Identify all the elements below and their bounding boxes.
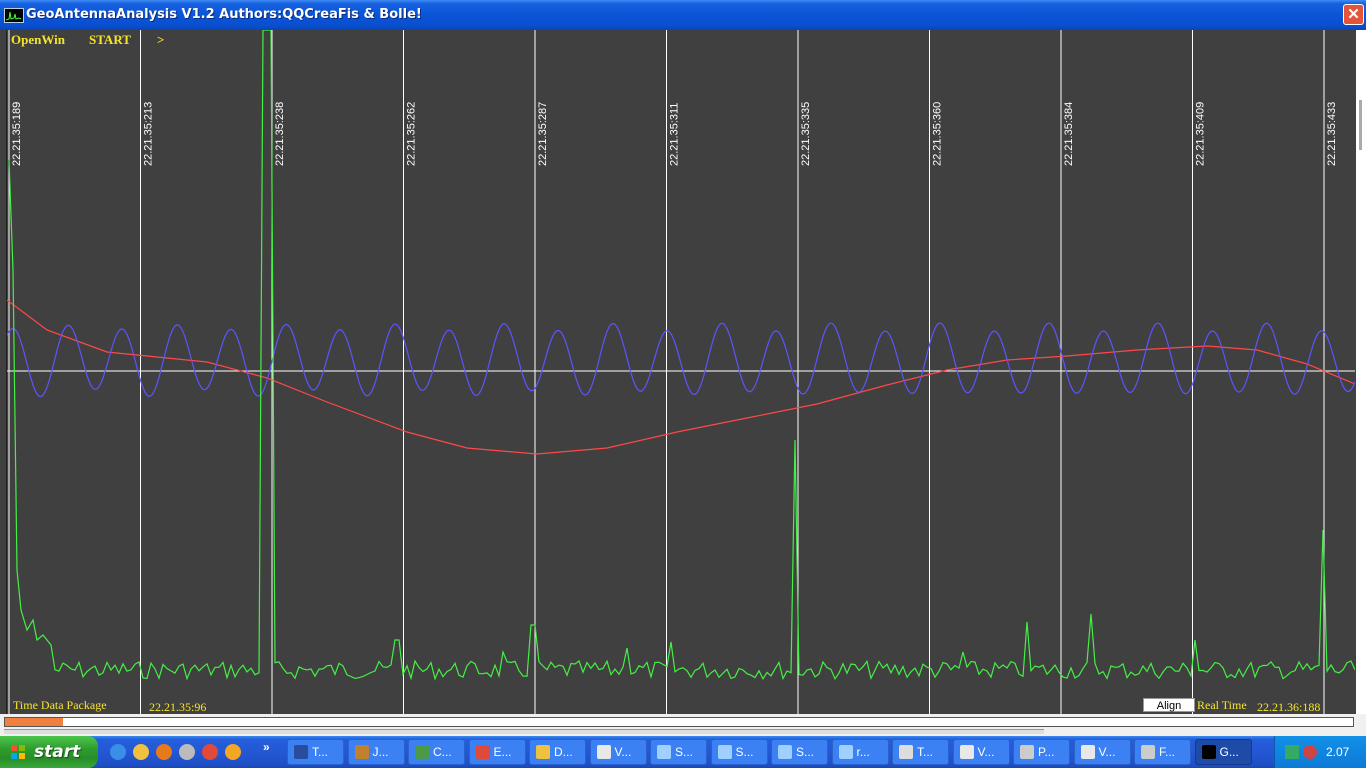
taskbar-button-label: V... [614, 745, 632, 759]
close-button[interactable]: ✕ [1343, 4, 1364, 25]
floppy-icon [294, 745, 308, 759]
taskbar-button-label: J... [372, 745, 389, 759]
terminal-icon [899, 745, 913, 759]
timestamp-label: 22.21.35:287 [537, 102, 549, 166]
ie-icon[interactable] [110, 744, 126, 760]
taskbar-button-label: C... [433, 745, 452, 759]
chrome-icon [475, 745, 490, 759]
taskbar-button-label: V... [1098, 745, 1116, 759]
taskbar-button-label: r... [856, 745, 870, 759]
gear-icon [354, 745, 369, 759]
progress-fill [5, 718, 63, 726]
green-signal-curve [8, 30, 1355, 681]
file-icon [1080, 745, 1095, 759]
folder-icon [536, 745, 550, 759]
client-area: 22.21.35:189 22.21.35:213 22.21.35:238 22.2… [0, 30, 1366, 736]
taskbar-button[interactable]: D... [529, 739, 586, 765]
horizontal-scrollbar[interactable] [4, 729, 1044, 734]
taskbar-button[interactable]: V... [589, 739, 647, 765]
taskbar-button-label: F... [1159, 745, 1176, 759]
package-time-value: 22.21.35:96 [149, 700, 207, 714]
windows-flag-icon [11, 745, 25, 759]
taskbar-button[interactable]: T... [892, 739, 949, 765]
horizontal-scroll-area [0, 714, 1366, 736]
vertical-scroll-thumb[interactable] [1359, 100, 1362, 150]
time-data-package-label: Time Data Package [13, 698, 107, 712]
tool-icon [1141, 745, 1155, 759]
app-graph-icon [1201, 745, 1216, 759]
network-icon[interactable] [1285, 745, 1299, 759]
next-menu[interactable]: > [157, 32, 164, 48]
signal-plot[interactable]: 22.21.35:189 22.21.35:213 22.21.35:238 22.2… [6, 30, 1355, 714]
taskbar-button[interactable]: V... [952, 739, 1010, 765]
quick-launch-overflow[interactable]: » [263, 740, 270, 754]
timestamp-label: 22.21.35:360 [932, 102, 944, 166]
signal-canvas: 22.21.35:189 22.21.35:213 22.21.35:238 22.2… [7, 30, 1355, 714]
taskbar-button[interactable]: S... [771, 739, 828, 765]
timestamp-label: 22.21.35:433 [1326, 102, 1338, 166]
taskbar-button-label: D... [554, 745, 573, 759]
taskbar-button-label: S... [796, 745, 815, 759]
openwin-menu[interactable]: OpenWin [11, 32, 65, 48]
title-bar[interactable]: GeoAntennaAnalysis V1.2 Authors:QQCreaFi… [0, 0, 1366, 30]
blue-signal-curve [7, 322, 1355, 398]
taskbar-button[interactable]: J... [347, 739, 405, 765]
tool-icon [1020, 745, 1034, 759]
taskbar-button-label: S... [675, 745, 694, 759]
red-trend-curve [7, 299, 1355, 455]
start-menu[interactable]: START [89, 32, 131, 48]
real-time-label: Real Time [1197, 698, 1247, 712]
document-icon [778, 745, 792, 759]
file-icon [596, 745, 611, 759]
document-icon [838, 745, 853, 759]
system-tray [1274, 736, 1366, 768]
media-player-icon[interactable] [179, 744, 195, 760]
taskbar-button[interactable]: E... [468, 739, 526, 765]
chrome-icon[interactable] [202, 744, 218, 760]
timestamp-label: 22.21.35:311 [669, 103, 681, 166]
timestamp-label: 22.21.35:409 [1195, 102, 1207, 166]
taskbar-button[interactable]: C... [408, 739, 465, 765]
taskbar-button[interactable]: S... [650, 739, 707, 765]
real-time-value: 22.21.36:188 [1257, 700, 1321, 714]
vertical-scrollbar[interactable] [1356, 30, 1366, 736]
start-button[interactable]: start [0, 736, 98, 768]
taskbar-button-label: G... [1219, 745, 1239, 759]
taskbar-button-label: T... [312, 745, 329, 759]
taskbar-button-label: T... [917, 745, 934, 759]
folder-icon[interactable] [133, 744, 149, 760]
taskbar-button[interactable]: S... [710, 739, 768, 765]
taskbar: start » T... J... C... E... D... V... S... S...… [0, 736, 1366, 768]
timestamp-label: 22.21.35:189 [11, 102, 23, 166]
taskbar-button[interactable]: r... [831, 739, 889, 765]
align-button[interactable]: Align [1143, 698, 1195, 712]
clock: 2.07 [1326, 745, 1350, 759]
file-icon [959, 745, 974, 759]
taskbar-button[interactable]: T... [287, 739, 344, 765]
timestamp-label: 22.21.35:384 [1063, 102, 1075, 166]
timestamp-label: 22.21.35:335 [800, 102, 812, 166]
window-title: GeoAntennaAnalysis V1.2 Authors:QQCreaFi… [26, 7, 422, 22]
firefox-icon[interactable] [156, 744, 172, 760]
taskbar-button-label: V... [977, 745, 995, 759]
document-icon [657, 745, 671, 759]
wireless-icon [415, 745, 429, 759]
start-label: start [34, 742, 81, 762]
timestamp-label: 22.21.35:213 [143, 102, 155, 166]
app-graph-icon [4, 8, 24, 23]
taskbar-button[interactable]: P... [1013, 739, 1070, 765]
taskbar-button-label: E... [493, 745, 512, 759]
messenger-icon[interactable] [225, 744, 241, 760]
document-icon [717, 745, 732, 759]
timestamp-label: 22.21.35:262 [406, 102, 418, 166]
horizontal-progress-bar[interactable] [4, 717, 1354, 727]
taskbar-button[interactable]: G... [1194, 739, 1252, 765]
timestamp-label: 22.21.35:238 [274, 102, 286, 166]
taskbar-button[interactable]: V... [1073, 739, 1131, 765]
taskbar-button[interactable]: F... [1134, 739, 1191, 765]
taskbar-button-label: P... [1038, 745, 1055, 759]
taskbar-button-label: S... [735, 745, 754, 759]
security-icon[interactable] [1303, 745, 1317, 759]
